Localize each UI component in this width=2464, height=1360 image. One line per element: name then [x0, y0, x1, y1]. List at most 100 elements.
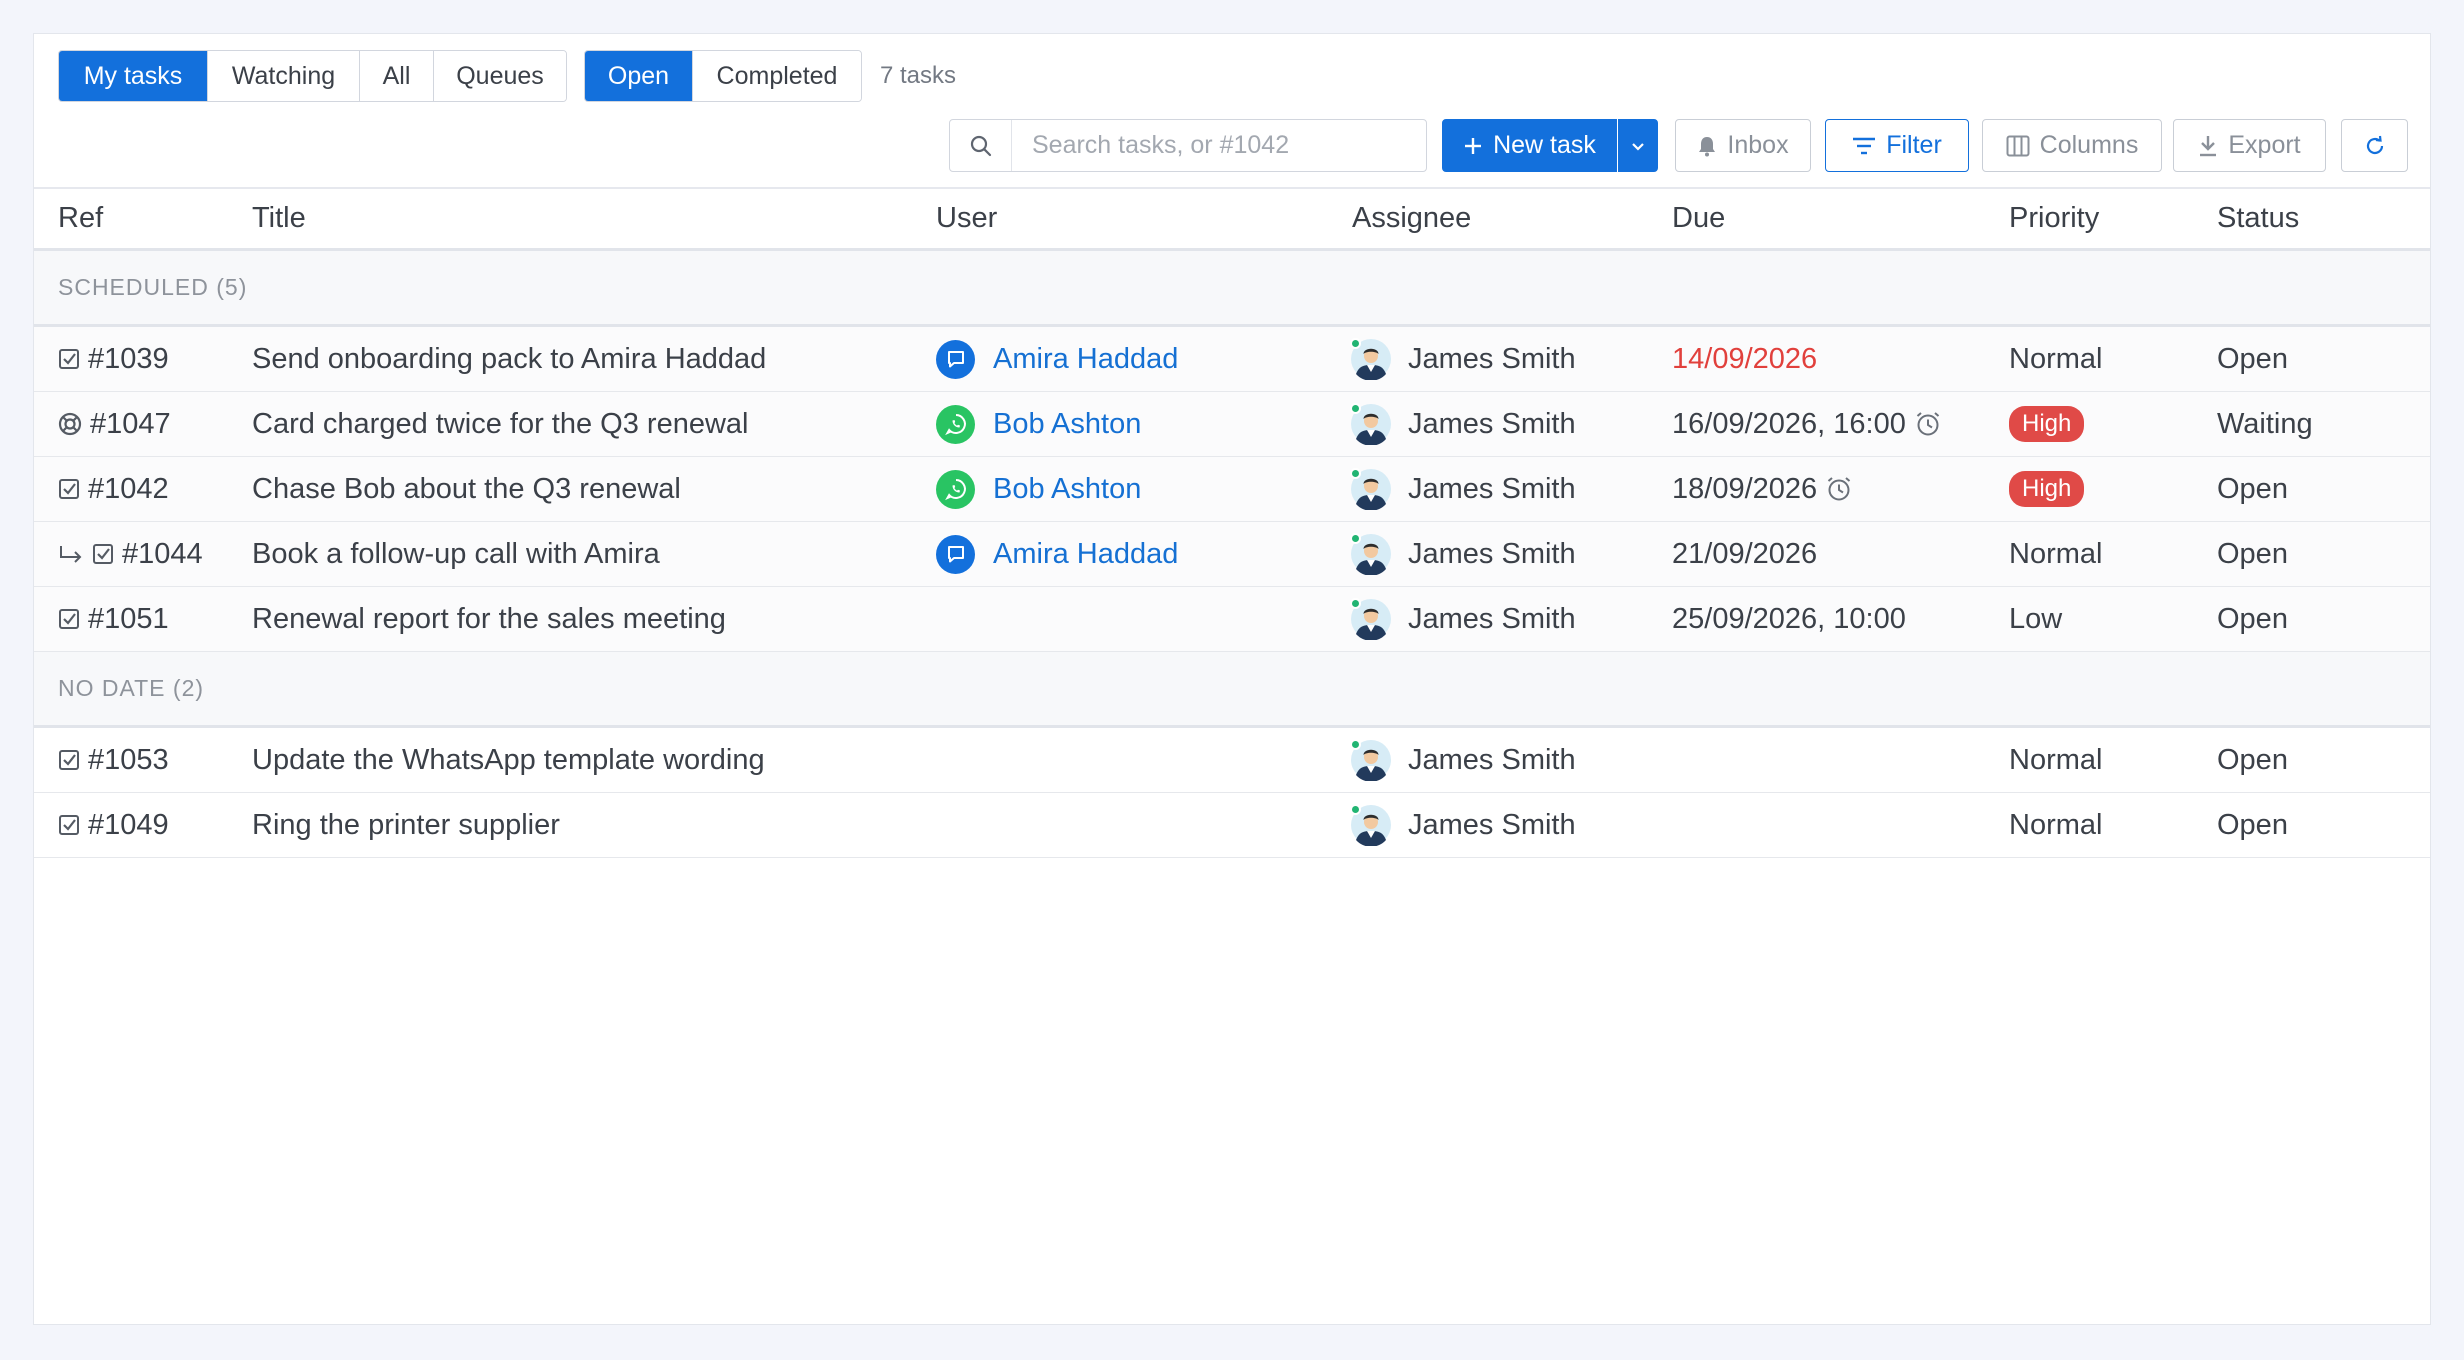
user-link[interactable]: Amira Haddad	[993, 343, 1178, 376]
table-row[interactable]: #1044 Book a follow-up call with Amira Ami…	[34, 522, 2430, 587]
group-header[interactable]: SCHEDULED (5)	[34, 251, 2430, 327]
task-title[interactable]: Update the WhatsApp template wording	[252, 744, 765, 777]
refresh-button[interactable]	[2341, 119, 2408, 172]
priority-cell: Normal	[2009, 522, 2102, 586]
due-cell: 21/09/2026	[1672, 522, 1817, 586]
export-button[interactable]: Export	[2173, 119, 2326, 172]
tab-watching[interactable]: Watching	[208, 51, 360, 101]
status-cell: Open	[2217, 728, 2288, 792]
col-ref[interactable]: Ref	[58, 189, 103, 248]
inbox-button[interactable]: Inbox	[1675, 119, 1811, 172]
task-ref[interactable]: #1049	[88, 809, 169, 842]
task-title[interactable]: Card charged twice for the Q3 renewal	[252, 408, 748, 441]
status-cell: Waiting	[2217, 392, 2313, 456]
assignee-name: James Smith	[1408, 602, 1576, 635]
table-row[interactable]: #1047 Card charged twice for the Q3 renew…	[34, 392, 2430, 457]
avatar	[1350, 804, 1392, 847]
priority-label: Normal	[2009, 808, 2103, 841]
chat-bubble-icon	[936, 534, 975, 574]
col-status[interactable]: Status	[2217, 189, 2299, 248]
tasks-table: Ref Title User Assignee Due Priority Sta…	[34, 187, 2430, 858]
table-row[interactable]: #1053 Update the WhatsApp template wordin…	[34, 728, 2430, 793]
new-task-label: New task	[1493, 131, 1596, 159]
due-date: 21/09/2026	[1672, 537, 1818, 570]
new-task-dropdown-button[interactable]	[1618, 119, 1658, 172]
table-body: SCHEDULED (5) #1039 Send onboarding pack t…	[34, 251, 2430, 858]
due-date: 16/09/2026, 16:00	[1672, 407, 1906, 440]
status-label: Open	[2217, 537, 2288, 570]
table-row[interactable]: #1039 Send onboarding pack to Amira Hadda…	[34, 327, 2430, 392]
due-date: 18/09/2026	[1672, 472, 1818, 505]
col-due[interactable]: Due	[1672, 189, 1725, 248]
user-link[interactable]: Bob Ashton	[993, 408, 1141, 441]
task-title[interactable]: Send onboarding pack to Amira Haddad	[252, 343, 766, 376]
online-status-dot	[1350, 804, 1361, 815]
plus-icon	[1465, 137, 1482, 154]
user-cell: Bob Ashton	[936, 457, 1141, 521]
tab-all[interactable]: All	[360, 51, 434, 101]
user-cell: Bob Ashton	[936, 392, 1141, 456]
priority-badge: High	[2009, 406, 2085, 442]
whatsapp-icon	[936, 404, 975, 444]
priority-cell: High	[2009, 457, 2085, 521]
task-ref[interactable]: #1039	[88, 343, 169, 376]
tab-completed[interactable]: Completed	[693, 51, 861, 101]
task-title[interactable]: Chase Bob about the Q3 renewal	[252, 473, 681, 506]
table-row[interactable]: #1042 Chase Bob about the Q3 renewal Bob A…	[34, 457, 2430, 522]
task-title[interactable]: Ring the printer supplier	[252, 809, 560, 842]
status-label: Open	[2217, 342, 2288, 375]
assignee-cell: James Smith	[1350, 793, 1576, 857]
task-checkbox-icon	[58, 749, 80, 771]
online-status-dot	[1350, 533, 1361, 544]
due-cell: 18/09/2026	[1672, 457, 1853, 521]
assignee-name: James Smith	[1408, 342, 1576, 375]
whatsapp-icon	[936, 469, 975, 509]
user-link[interactable]: Amira Haddad	[993, 538, 1178, 571]
table-row[interactable]: #1049 Ring the printer supplier James Smit…	[34, 793, 2430, 858]
filter-button[interactable]: Filter	[1825, 119, 1969, 172]
priority-badge: High	[2009, 471, 2085, 507]
avatar	[1350, 468, 1392, 511]
new-task-button[interactable]: New task	[1442, 119, 1617, 172]
task-ref[interactable]: #1051	[88, 603, 169, 636]
col-title[interactable]: Title	[252, 189, 306, 248]
task-checkbox-icon	[58, 478, 80, 500]
tab-my-tasks[interactable]: My tasks	[59, 51, 208, 101]
title-cell: Send onboarding pack to Amira Haddad	[252, 327, 766, 391]
assignee-cell: James Smith	[1350, 728, 1576, 792]
task-checkbox-icon	[92, 543, 114, 565]
assignee-name: James Smith	[1408, 808, 1576, 841]
columns-button[interactable]: Columns	[1982, 119, 2162, 172]
tab-open[interactable]: Open	[585, 51, 693, 101]
user-link[interactable]: Bob Ashton	[993, 473, 1141, 506]
task-ref[interactable]: #1042	[88, 473, 169, 506]
support-ticket-icon	[58, 412, 82, 436]
avatar	[1350, 533, 1392, 576]
ref-cell: #1047	[58, 392, 171, 456]
col-priority[interactable]: Priority	[2009, 189, 2099, 248]
search-input[interactable]	[1012, 120, 1426, 171]
table-row[interactable]: #1051 Renewal report for the sales meetin…	[34, 587, 2430, 652]
ref-cell: #1051	[58, 587, 169, 651]
due-cell: 16/09/2026, 16:00	[1672, 392, 1942, 456]
priority-cell: Normal	[2009, 327, 2102, 391]
priority-cell: Normal	[2009, 793, 2102, 857]
task-ref[interactable]: #1053	[88, 744, 169, 777]
col-assignee[interactable]: Assignee	[1352, 189, 1471, 248]
task-title[interactable]: Renewal report for the sales meeting	[252, 603, 726, 636]
task-ref[interactable]: #1044	[122, 538, 203, 571]
filter-icon	[1853, 137, 1876, 154]
alarm-clock-icon	[1914, 410, 1942, 438]
status-cell: Open	[2217, 457, 2288, 521]
due-cell: 14/09/2026	[1672, 327, 1817, 391]
task-title[interactable]: Book a follow-up call with Amira	[252, 538, 660, 571]
group-header[interactable]: NO DATE (2)	[34, 652, 2430, 728]
due-date: 14/09/2026	[1672, 342, 1818, 375]
avatar	[1350, 403, 1392, 446]
columns-label: Columns	[2039, 131, 2139, 159]
status-label: Open	[2217, 808, 2288, 841]
tab-queues[interactable]: Queues	[434, 51, 566, 101]
col-user[interactable]: User	[936, 189, 997, 248]
assignee-name: James Smith	[1408, 407, 1576, 440]
task-ref[interactable]: #1047	[90, 408, 171, 441]
